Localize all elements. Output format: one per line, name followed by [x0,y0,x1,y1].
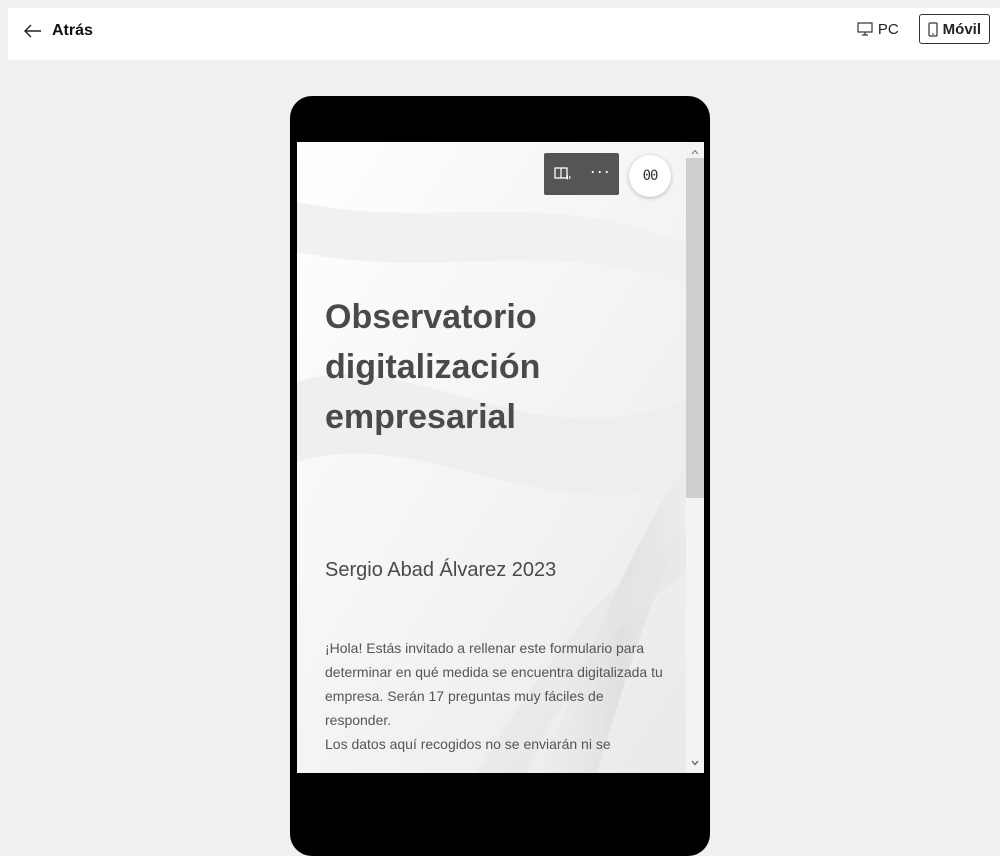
arrow-left-icon [24,24,41,38]
back-button[interactable]: Atrás [24,22,93,40]
reader-toolbar: ··· [544,153,619,195]
view-pc-button[interactable]: PC [849,14,907,44]
view-mobile-label: Móvil [942,20,981,38]
chevron-up-icon [691,149,699,155]
view-mobile-button[interactable]: Móvil [918,14,990,44]
form-title: Observatorio digitalización empresarial [325,298,541,436]
immersive-reader-button[interactable] [550,161,576,187]
form-preview-screen: ··· 00 Observatorio digitalización empre… [297,142,704,773]
scrollbar-thumb[interactable] [686,158,704,498]
form-description-paragraph: ¡Hola! Estás invitado a rellenar este fo… [325,640,663,728]
top-bar: Atrás PC Móvil [8,8,1000,60]
monitor-icon [857,22,873,36]
more-options-button[interactable]: ··· [587,161,613,187]
phone-icon [928,21,938,37]
more-options-icon: ··· [589,161,611,181]
view-toggle: PC Móvil [849,14,990,44]
immersive-reader-icon [554,167,571,180]
form-description-paragraph: Los datos aquí recogidos no se enviarán … [325,736,611,752]
chevron-down-icon [691,760,699,766]
pause-button[interactable]: 00 [629,155,671,197]
form-description: ¡Hola! Estás invitado a rellenar este fo… [325,636,670,756]
pause-icon: 00 [642,168,659,184]
form-author: Sergio Abad Álvarez 2023 [325,559,557,581]
scroll-down-arrow[interactable] [686,755,704,771]
back-label: Atrás [52,22,93,39]
scrollbar[interactable] [686,142,704,773]
view-pc-label: PC [877,20,899,38]
